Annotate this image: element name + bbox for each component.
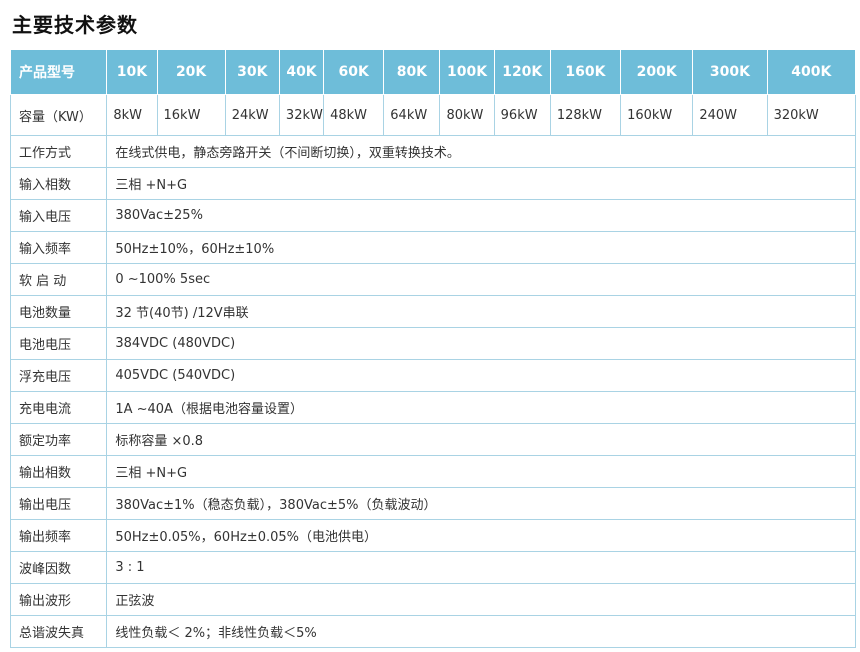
capacity-cell: 32kW — [278, 94, 325, 136]
spec-row: 输入频率 50Hz±10%，60Hz±10% — [9, 231, 856, 264]
capacity-row: 容量（KW） 8kW 16kW 24kW 32kW 48kW 64kW 80kW… — [9, 94, 857, 136]
spec-value: 线性负载＜ 2%；非线性负载＜5% — [106, 615, 856, 648]
spec-row: 工作方式 在线式供电，静态旁路开关（不间断切换），双重转换技术。 — [9, 135, 856, 168]
spec-label: 输出电压 — [9, 487, 108, 520]
spec-value: 50Hz±0.05%，60Hz±0.05%（电池供电） — [106, 519, 856, 552]
capacity-cell: 8kW — [106, 94, 158, 136]
spec-label: 输入频率 — [9, 231, 108, 264]
header-row: 产品型号 10K 20K 30K 40K 60K 80K 100K 120K 1… — [9, 49, 857, 95]
spec-table: 产品型号 10K 20K 30K 40K 60K 80K 100K 120K 1… — [9, 49, 857, 648]
spec-row: 软 启 动0 ~100% 5sec — [9, 263, 856, 296]
spec-row: 波峰因数 3 : 1 — [9, 551, 856, 584]
spec-row: 输入电压 380Vac±25% — [9, 199, 856, 232]
spec-label: 输出相数 — [9, 455, 108, 488]
spec-value: 三相 +N+G — [106, 167, 856, 200]
capacity-cell: 96kW — [493, 94, 551, 136]
spec-row: 电池电压 384VDC (480VDC) — [9, 327, 856, 360]
model-cell: 20K — [156, 49, 226, 95]
spec-label: 波峰因数 — [9, 551, 108, 584]
model-cell: 60K — [323, 49, 385, 95]
spec-value: 32 节(40节) /12V串联 — [106, 295, 856, 328]
spec-page: 主要技术参数 产品型号 10K 20K 30K 40K 60K 80K 100K… — [0, 0, 860, 652]
spec-value: 405VDC (540VDC) — [106, 359, 856, 392]
capacity-cell: 24kW — [224, 94, 280, 136]
spec-label: 电池电压 — [9, 327, 108, 360]
spec-row: 浮充电压 405VDC (540VDC) — [9, 359, 856, 392]
model-cell: 80K — [383, 49, 441, 95]
spec-label: 浮充电压 — [9, 359, 108, 392]
page-title: 主要技术参数 — [12, 13, 138, 37]
model-cell: 40K — [278, 49, 325, 95]
capacity-cell: 128kW — [549, 94, 622, 136]
spec-row: 输入相数 三相 +N+G — [9, 167, 856, 200]
spec-value: 50Hz±10%，60Hz±10% — [106, 231, 856, 264]
spec-value: 在线式供电，静态旁路开关（不间断切换），双重转换技术。 — [106, 135, 856, 168]
spec-label: 工作方式 — [9, 135, 108, 168]
spec-value: 3 : 1 — [106, 551, 856, 584]
capacity-cell: 64kW — [383, 94, 441, 136]
spec-value: 三相 +N+G — [106, 455, 856, 488]
spec-label: 总谐波失真 — [9, 615, 108, 648]
spec-label: 额定功率 — [9, 423, 108, 456]
spec-row: 输出波形 正弦波 — [9, 583, 856, 616]
capacity-label: 容量（KW） — [9, 94, 108, 136]
spec-value: 1A ~40A（根据电池容量设置） — [106, 391, 856, 424]
spec-value: 384VDC (480VDC) — [106, 327, 856, 360]
model-cell: 200K — [620, 49, 694, 95]
capacity-cell: 16kW — [156, 94, 226, 136]
spec-value: 0 ~100% 5sec — [106, 263, 856, 296]
capacity-cell: 240W — [692, 94, 768, 136]
spec-row: 电池数量 32 节(40节) /12V串联 — [9, 295, 856, 328]
model-cell: 10K — [106, 49, 158, 95]
capacity-cell: 48kW — [323, 94, 385, 136]
spec-label: 输出波形 — [9, 583, 108, 616]
spec-label: 输入电压 — [9, 199, 108, 232]
model-cell: 400K — [766, 49, 857, 95]
spec-value: 380Vac±25% — [106, 199, 856, 232]
spec-label: 电池数量 — [9, 295, 108, 328]
spec-value: 正弦波 — [106, 583, 856, 616]
model-cell: 30K — [224, 49, 280, 95]
capacity-cell: 80kW — [439, 94, 495, 136]
model-cell: 100K — [439, 49, 495, 95]
spec-row: 输出相数 三相 +N+G — [9, 455, 856, 488]
model-cell: 300K — [692, 49, 768, 95]
spec-row: 输出频率 50Hz±0.05%，60Hz±0.05%（电池供电） — [9, 519, 856, 552]
spec-label: 输出频率 — [9, 519, 108, 552]
spec-row: 充电电流 1A ~40A（根据电池容量设置） — [9, 391, 856, 424]
capacity-cell: 320kW — [766, 94, 857, 136]
model-cell: 120K — [493, 49, 551, 95]
spec-label: 输入相数 — [9, 167, 108, 200]
spec-row: 额定功率 标称容量 ×0.8 — [9, 423, 856, 456]
spec-row: 总谐波失真 线性负载＜ 2%；非线性负载＜5% — [9, 615, 856, 648]
capacity-cell: 160kW — [620, 94, 694, 136]
spec-value: 标称容量 ×0.8 — [106, 423, 856, 456]
spec-value: 380Vac±1%（稳态负载），380Vac±5%（负载波动） — [106, 487, 856, 520]
spec-label: 软 启 动 — [9, 263, 108, 296]
model-cell: 160K — [549, 49, 622, 95]
spec-label: 充电电流 — [9, 391, 108, 424]
spec-row: 输出电压 380Vac±1%（稳态负载），380Vac±5%（负载波动） — [9, 487, 856, 520]
model-label: 产品型号 — [9, 49, 108, 95]
